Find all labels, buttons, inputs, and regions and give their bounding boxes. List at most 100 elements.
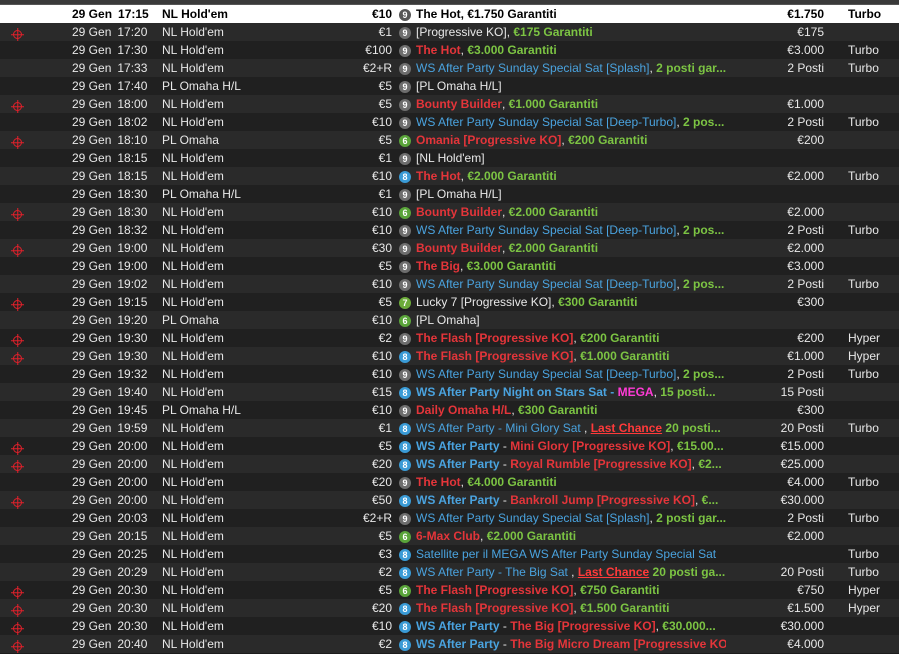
tournament-row[interactable]: 29 Gen 18:02 NL Hold'em €10 9 WS After Party … [0,113,899,131]
table-size-cell: 6 [399,131,413,149]
prize-pool: 2 Posti [787,511,824,525]
prize-pool: 2 Posti [787,277,824,291]
start-date: 29 Gen [72,601,112,615]
tournament-row[interactable]: 29 Gen 19:00 NL Hold'em €5 9 The Big, €3.000 … [0,257,899,275]
speed: Turbo [848,43,879,57]
tournament-row[interactable]: 29 Gen 17:40 PL Omaha H/L €5 9 [PL Omaha H/L] [0,77,899,95]
tournament-row[interactable]: 29 Gen 18:10 PL Omaha €5 6 Omania [Progressiv… [0,131,899,149]
start-time: 20:03 [117,511,148,525]
start-datetime: 29 Gen 20:00 [72,437,160,455]
prize-pool: 2 Posti [787,223,824,237]
tournament-row[interactable]: 29 Gen 18:32 NL Hold'em €10 9 WS After Party … [0,221,899,239]
buy-in: €10 [371,367,392,381]
tournament-row[interactable]: 29 Gen 18:15 NL Hold'em €1 9 [NL Hold'em] [0,149,899,167]
tournament-row[interactable]: 29 Gen 18:15 NL Hold'em €10 8 The Hot, €2.000… [0,167,899,185]
start-time: 19:45 [117,403,148,417]
tournament-row[interactable]: 29 Gen 19:00 NL Hold'em €30 9 Bounty Builder,… [0,239,899,257]
tournament-row[interactable]: 29 Gen 19:32 NL Hold'em €10 9 WS After Party … [0,365,899,383]
start-datetime: 29 Gen 20:03 [72,509,160,527]
tournament-row[interactable]: 29 Gen 19:30 NL Hold'em €2 9 The Flash [Progr… [0,329,899,347]
start-time: 18:15 [117,169,148,183]
tournament-name-part: €1.000 Garantiti [508,97,599,111]
tournament-name-part: €300 Garantiti [558,295,638,309]
prize-pool: 20 Posti [780,421,824,435]
tournament-row[interactable]: 29 Gen 20:30 NL Hold'em €5 6 The Flash [Progr… [0,581,899,599]
start-date: 29 Gen [72,169,112,183]
table-size-cell: 8 [399,419,413,437]
start-datetime: 29 Gen 19:15 [72,293,160,311]
knockout-cell [13,149,27,167]
tournament-row[interactable]: 29 Gen 17:20 NL Hold'em €1 9 [Progressive KO]… [0,23,899,41]
tournament-row[interactable]: 29 Gen 19:20 PL Omaha €10 6 [PL Omaha] [0,311,899,329]
game-type: NL Hold'em [162,43,224,57]
table-size-badge: 9 [399,153,411,165]
table-size-badge: 6 [399,585,411,597]
tournament-row[interactable]: 29 Gen 20:00 NL Hold'em €20 8 WS After Party … [0,455,899,473]
tournament-row[interactable]: 29 Gen 20:00 NL Hold'em €20 9 The Hot, €4.000… [0,473,899,491]
tournament-row[interactable]: 29 Gen 19:30 NL Hold'em €10 8 The Flash [Prog… [0,347,899,365]
game-type: PL Omaha H/L [162,187,241,201]
start-date: 29 Gen [72,7,113,21]
tournament-row[interactable]: 29 Gen 20:03 NL Hold'em €2+R 9 WS After Party… [0,509,899,527]
tournament-row[interactable]: 29 Gen 20:00 NL Hold'em €5 8 WS After Party -… [0,437,899,455]
table-size-badge: 7 [399,297,411,309]
table-size-cell: 9 [399,329,413,347]
knockout-cell [13,365,27,383]
tournament-name-part: €3.000 Garantiti [467,43,557,57]
tournament-name-part: The Hot [416,7,461,21]
tournament-name-part: , [694,493,702,507]
table-size-badge: 8 [399,495,411,507]
tournament-row[interactable]: 29 Gen 18:30 PL Omaha H/L €1 9 [PL Omaha H/L] [0,185,899,203]
start-date: 29 Gen [72,565,112,579]
start-datetime: 29 Gen 19:30 [72,347,160,365]
tournament-row[interactable]: 29 Gen 19:02 NL Hold'em €10 9 WS After Party … [0,275,899,293]
prize-pool: €30.000 [780,493,824,507]
table-size-badge: 9 [399,279,411,291]
table-size-cell: 9 [399,95,413,113]
start-date: 29 Gen [72,79,112,93]
tournament-row[interactable]: 29 Gen 20:29 NL Hold'em €2 8 WS After Party -… [0,563,899,581]
buy-in: €5 [378,439,392,453]
game-type: NL Hold'em [162,637,224,651]
knockout-cell [13,329,27,347]
tournament-row[interactable]: 29 Gen 20:00 NL Hold'em €50 8 WS After Party … [0,491,899,509]
tournament-name-part[interactable]: Last Chance [578,565,649,579]
tournament-name: The Flash [Progressive KO], €200 Garanti… [416,329,726,347]
tournament-row[interactable]: 29 Gen 17:30 NL Hold'em €100 9 The Hot, €3.00… [0,41,899,59]
tournament-row[interactable]: 29 Gen 19:15 NL Hold'em €5 7 Lucky 7 [Progres… [0,293,899,311]
tournament-row[interactable]: 29 Gen 18:00 NL Hold'em €5 9 Bounty Builder, … [0,95,899,113]
tournament-row[interactable]: 29 Gen 20:25 NL Hold'em €3 8 Satellite per il… [0,545,899,563]
crosshair-icon [13,246,22,255]
start-date: 29 Gen [72,151,112,165]
tournament-name-part: 20 posti ga... [649,565,726,579]
start-datetime: 29 Gen 18:10 [72,131,160,149]
tournament-row[interactable]: 29 Gen 20:15 NL Hold'em €5 6 6-Max Club, €2.0… [0,527,899,545]
tournament-row[interactable]: 29 Gen 19:45 PL Omaha H/L €10 9 Daily Omaha H… [0,401,899,419]
prize-pool: €15.000 [780,439,824,453]
tournament-row[interactable]: 29 Gen 20:30 NL Hold'em €20 8 The Flash [Prog… [0,599,899,617]
tournament-name-part: The Hot [416,43,461,57]
tournament-row[interactable]: 29 Gen 19:40 NL Hold'em €15 8 WS After Party … [0,383,899,401]
knockout-cell [13,527,27,545]
tournament-name-part: €2.000 Garantiti [508,205,599,219]
table-size-cell: 6 [399,527,413,545]
start-datetime: 29 Gen 20:30 [72,581,160,599]
tournament-row[interactable]: 29 Gen 20:40 NL Hold'em €2 8 WS After Party -… [0,635,899,653]
tournament-row[interactable]: 29 Gen 17:33 NL Hold'em €2+R 9 WS After Party… [0,59,899,77]
tournament-name-part[interactable]: Last Chance [591,421,662,435]
tournament-name-part: [PL Omaha] [416,313,480,327]
tournament-row[interactable]: 29 Gen 19:59 NL Hold'em €1 8 WS After Party -… [0,419,899,437]
tournament-name: Bounty Builder, €1.000 Garantiti [416,95,726,113]
table-size-badge: 9 [399,333,411,345]
tournament-row[interactable]: 29 Gen 18:30 NL Hold'em €10 6 Bounty Builder,… [0,203,899,221]
start-time: 19:30 [117,349,148,363]
start-date: 29 Gen [72,511,112,525]
start-time: 19:00 [117,241,148,255]
tournament-row[interactable]: 29 Gen 20:30 NL Hold'em €10 8 WS After Party … [0,617,899,635]
start-time: 17:40 [117,79,148,93]
start-date: 29 Gen [72,619,112,633]
tournament-row[interactable]: 29 Gen 17:15 NL Hold'em €10 9 The Hot, €1.750… [0,5,899,23]
prize-pool [736,149,824,167]
buy-in: €2 [378,565,392,579]
start-date: 29 Gen [72,115,112,129]
